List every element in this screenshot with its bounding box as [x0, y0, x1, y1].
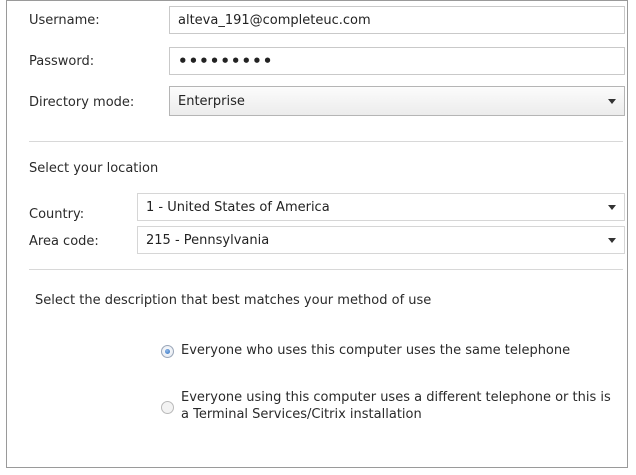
- directory-mode-label: Directory mode:: [29, 95, 135, 110]
- password-value: •••••••••: [178, 52, 274, 70]
- radio-same-telephone-label: Everyone who uses this computer uses the…: [181, 343, 571, 358]
- area-code-select[interactable]: 215 - Pennsylvania: [137, 226, 625, 254]
- chevron-down-icon: [608, 205, 616, 210]
- username-field[interactable]: alteva_191@completeuc.com: [169, 6, 625, 34]
- radio-different-telephone-label-line1: Everyone using this computer uses a diff…: [181, 390, 611, 405]
- directory-mode-value: Enterprise: [178, 93, 245, 109]
- country-label: Country:: [29, 207, 85, 222]
- area-code-value: 215 - Pennsylvania: [146, 232, 270, 248]
- chevron-down-icon: [608, 99, 616, 104]
- country-value: 1 - United States of America: [146, 199, 330, 215]
- password-label: Password:: [29, 54, 95, 69]
- username-value: alteva_191@completeuc.com: [178, 12, 371, 28]
- section-divider: [29, 269, 623, 270]
- settings-panel: Username: alteva_191@completeuc.com Pass…: [6, 0, 628, 468]
- radio-different-telephone[interactable]: [161, 401, 174, 414]
- directory-mode-select[interactable]: Enterprise: [169, 86, 625, 116]
- country-select[interactable]: 1 - United States of America: [137, 193, 625, 221]
- password-field[interactable]: •••••••••: [169, 47, 625, 75]
- location-section-title: Select your location: [29, 161, 159, 176]
- area-code-label: Area code:: [29, 234, 99, 249]
- usage-section-title: Select the description that best matches…: [35, 293, 432, 308]
- radio-different-telephone-label-line2: a Terminal Services/Citrix installation: [181, 407, 422, 422]
- section-divider: [29, 141, 623, 142]
- radio-same-telephone[interactable]: [161, 345, 174, 358]
- chevron-down-icon: [608, 238, 616, 243]
- username-label: Username:: [29, 13, 100, 28]
